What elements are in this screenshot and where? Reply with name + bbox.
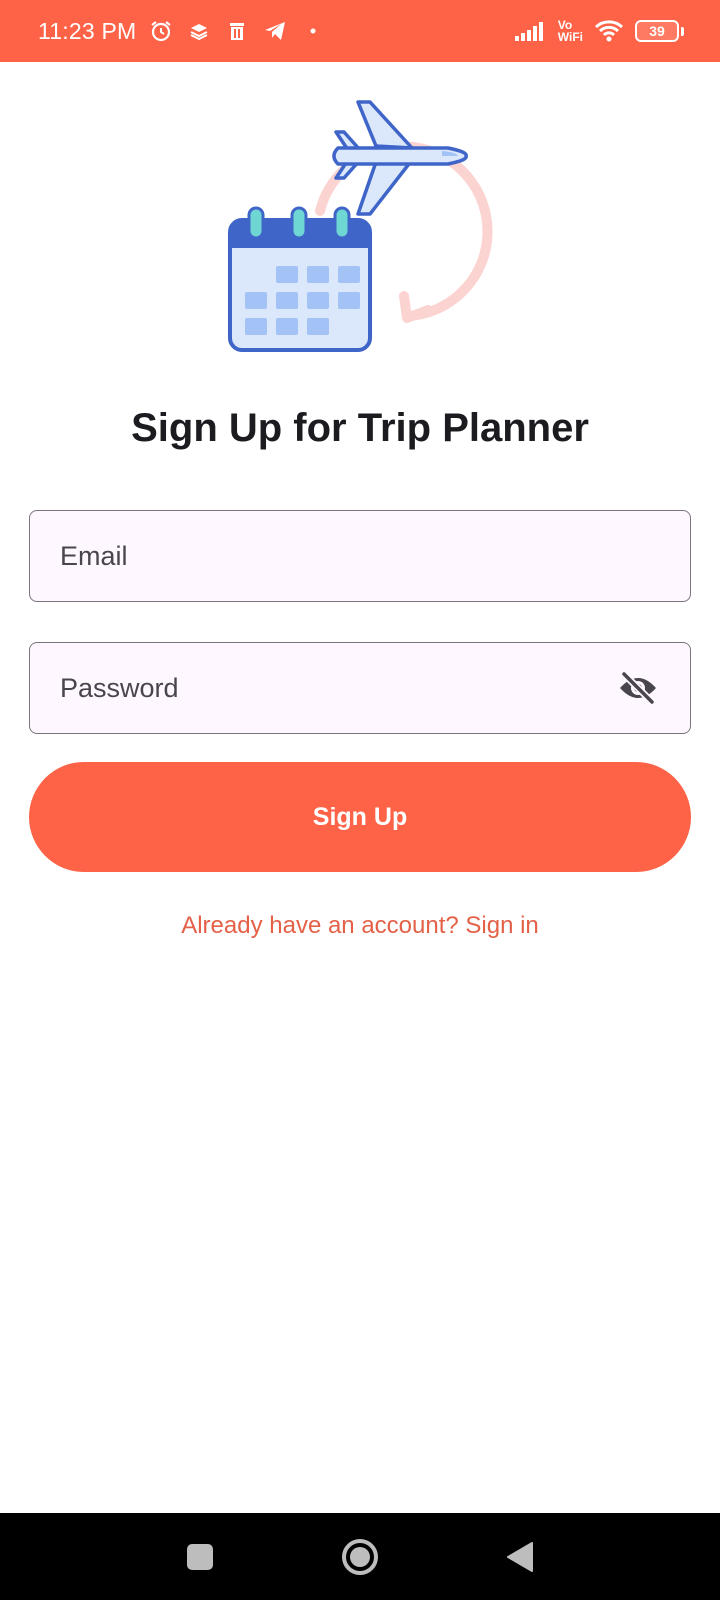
home-circle-icon[interactable] <box>340 1537 380 1577</box>
status-right: Vo WiFi 39 <box>514 18 684 44</box>
page-title: Sign Up for Trip Planner <box>131 406 589 450</box>
signal-icon <box>514 18 548 44</box>
battery-indicator: 39 <box>635 20 684 42</box>
telegram-icon <box>262 18 288 44</box>
signup-button[interactable]: Sign Up <box>29 762 691 872</box>
status-time: 11:23 PM <box>38 17 137 44</box>
vowifi-indicator: Vo WiFi <box>558 19 583 43</box>
layers-icon <box>186 18 212 44</box>
email-field-container[interactable] <box>29 510 691 602</box>
password-field[interactable] <box>60 672 616 704</box>
status-left: 11:23 PM <box>38 18 326 45</box>
trip-illustration <box>220 96 500 360</box>
signin-link[interactable]: Already have an account? Sign in <box>0 912 720 940</box>
calendar-airplane-illustration <box>228 100 493 352</box>
eye-off-icon[interactable] <box>616 666 660 710</box>
email-field[interactable] <box>60 540 660 572</box>
back-triangle-icon[interactable] <box>500 1537 540 1577</box>
wifi-icon <box>593 18 625 44</box>
recents-square-icon[interactable] <box>180 1537 220 1577</box>
vowifi-bottom: WiFi <box>557 30 583 44</box>
trash-icon <box>224 18 250 44</box>
navigation-bar <box>0 1513 720 1600</box>
dot-icon <box>300 18 326 44</box>
battery-tip <box>681 26 684 36</box>
password-field-container[interactable] <box>29 642 691 734</box>
alarm-icon <box>148 18 174 44</box>
status-bar: 11:23 PM Vo WiFi 39 <box>0 0 720 62</box>
battery-level: 39 <box>635 20 679 42</box>
